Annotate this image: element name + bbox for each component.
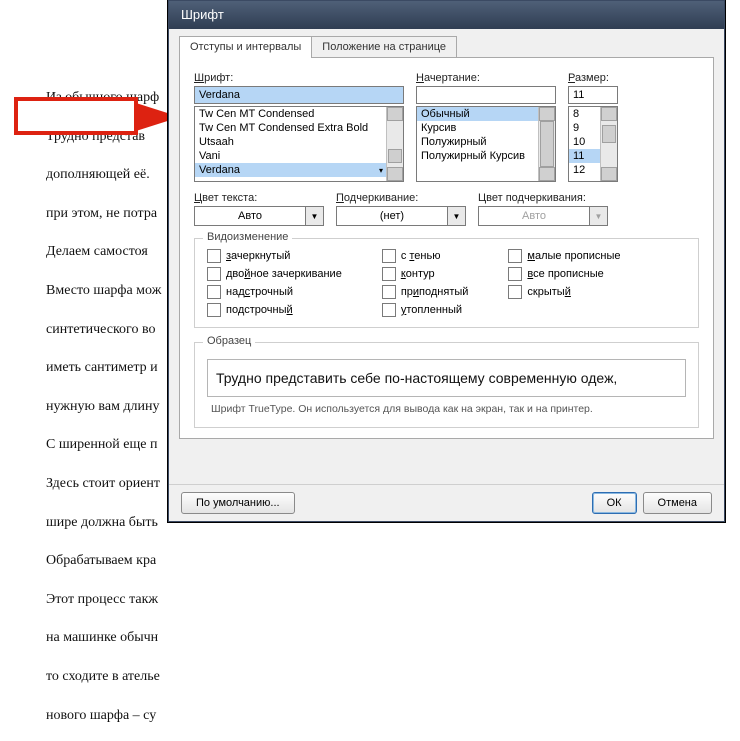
- tab-indent[interactable]: Отступы и интервалы: [179, 36, 312, 58]
- scroll-up-icon[interactable]: [387, 107, 403, 121]
- underline-color-combo: Авто▼: [478, 206, 608, 226]
- effects-group: Видоизменение зачеркнутыйзачеркнутый дво…: [194, 238, 699, 328]
- scroll-down-icon[interactable]: [387, 167, 403, 181]
- size-option[interactable]: 8: [569, 107, 601, 121]
- size-label: Размер:Размер:: [568, 72, 618, 84]
- scrollbar[interactable]: [600, 107, 617, 181]
- font-input[interactable]: [194, 86, 404, 104]
- default-button[interactable]: По умолчанию...: [181, 492, 295, 514]
- font-option[interactable]: Vani: [195, 149, 387, 163]
- style-listbox[interactable]: Обычный Курсив Полужирный Полужирный Кур…: [416, 106, 556, 182]
- sample-legend: Образец: [203, 335, 255, 347]
- underline-label: Подчеркивание:Подчеркивание:: [336, 192, 466, 204]
- tab-position[interactable]: Положение на странице: [311, 36, 457, 58]
- ok-button[interactable]: ОК: [592, 492, 637, 514]
- font-dialog: Шрифт Отступы и интервалы Положение на с…: [168, 0, 725, 522]
- scroll-down-icon[interactable]: [601, 167, 617, 181]
- font-option[interactable]: Tw Cen MT Condensed Extra Bold: [195, 121, 387, 135]
- scroll-thumb[interactable]: [388, 149, 402, 163]
- tab-strip: Отступы и интервалы Положение на страниц…: [179, 35, 724, 57]
- sample-preview: Трудно представить себе по-настоящему со…: [207, 359, 686, 397]
- font-option[interactable]: Utsaah: [195, 135, 387, 149]
- cb-dstrike[interactable]: двойное зачеркиваниедвойное зачеркивание: [207, 267, 342, 281]
- cb-strike[interactable]: зачеркнутыйзачеркнутый: [207, 249, 342, 263]
- style-option[interactable]: Курсив: [417, 121, 539, 135]
- scrollbar[interactable]: [386, 107, 403, 181]
- font-hint: Шрифт TrueType. Он используется для выво…: [207, 403, 686, 415]
- style-option[interactable]: Обычный: [417, 107, 539, 121]
- chevron-down-icon[interactable]: ▼: [447, 207, 465, 225]
- style-input[interactable]: [416, 86, 556, 104]
- size-listbox[interactable]: 8 9 10 11 12: [568, 106, 618, 182]
- font-listbox[interactable]: Tw Cen MT Condensed Tw Cen MT Condensed …: [194, 106, 404, 182]
- cb-raised[interactable]: приподнятыйприподнятый: [382, 285, 469, 299]
- scroll-up-icon[interactable]: [539, 107, 555, 121]
- size-option[interactable]: 9: [569, 121, 601, 135]
- style-label: Начертание:Начертание:: [416, 72, 556, 84]
- cb-smallcaps[interactable]: малые прописныемалые прописные: [508, 249, 620, 263]
- sample-group: Образец Трудно представить себе по-насто…: [194, 342, 699, 428]
- text-color-label: Цвет текста:Цвет текста:: [194, 192, 324, 204]
- size-option[interactable]: 11: [569, 149, 601, 163]
- style-option[interactable]: Полужирный Курсив: [417, 149, 539, 163]
- cb-allcaps[interactable]: все прописныевсе прописные: [508, 267, 620, 281]
- underline-combo[interactable]: (нет)▼: [336, 206, 466, 226]
- chevron-down-icon[interactable]: ▼: [305, 207, 323, 225]
- dialog-button-bar: По умолчанию... ОК Отмена: [169, 484, 724, 521]
- size-input[interactable]: [568, 86, 618, 104]
- cb-superscript[interactable]: надстрочныйнадстрочный: [207, 285, 342, 299]
- scroll-thumb[interactable]: [602, 125, 616, 143]
- cb-outline[interactable]: контурконтур: [382, 267, 469, 281]
- font-label: ШШрифт:рифт:: [194, 72, 404, 84]
- size-option[interactable]: 12: [569, 163, 601, 177]
- cb-shadow[interactable]: с теньюс тенью: [382, 249, 469, 263]
- dialog-title: Шрифт: [169, 1, 724, 29]
- cb-hidden[interactable]: скрытыйскрытый: [508, 285, 620, 299]
- tab-panel: ШШрифт:рифт: Tw Cen MT Condensed Tw Cen …: [179, 57, 714, 439]
- effects-legend: Видоизменение: [203, 231, 292, 243]
- text-color-combo[interactable]: Авто▼: [194, 206, 324, 226]
- cancel-button[interactable]: Отмена: [643, 492, 712, 514]
- style-option[interactable]: Полужирный: [417, 135, 539, 149]
- scroll-down-icon[interactable]: [539, 167, 555, 181]
- cb-subscript[interactable]: подстрочныйподстрочный: [207, 303, 342, 317]
- scrollbar[interactable]: [538, 107, 555, 181]
- font-option[interactable]: Tw Cen MT Condensed: [195, 107, 387, 121]
- underline-color-label: Цвет подчеркивания:: [478, 192, 608, 204]
- scroll-up-icon[interactable]: [601, 107, 617, 121]
- size-option[interactable]: 10: [569, 135, 601, 149]
- chevron-down-icon: ▼: [589, 207, 607, 225]
- cb-sunken[interactable]: утопленныйутопленный: [382, 303, 469, 317]
- font-option[interactable]: Verdana▾: [195, 163, 387, 177]
